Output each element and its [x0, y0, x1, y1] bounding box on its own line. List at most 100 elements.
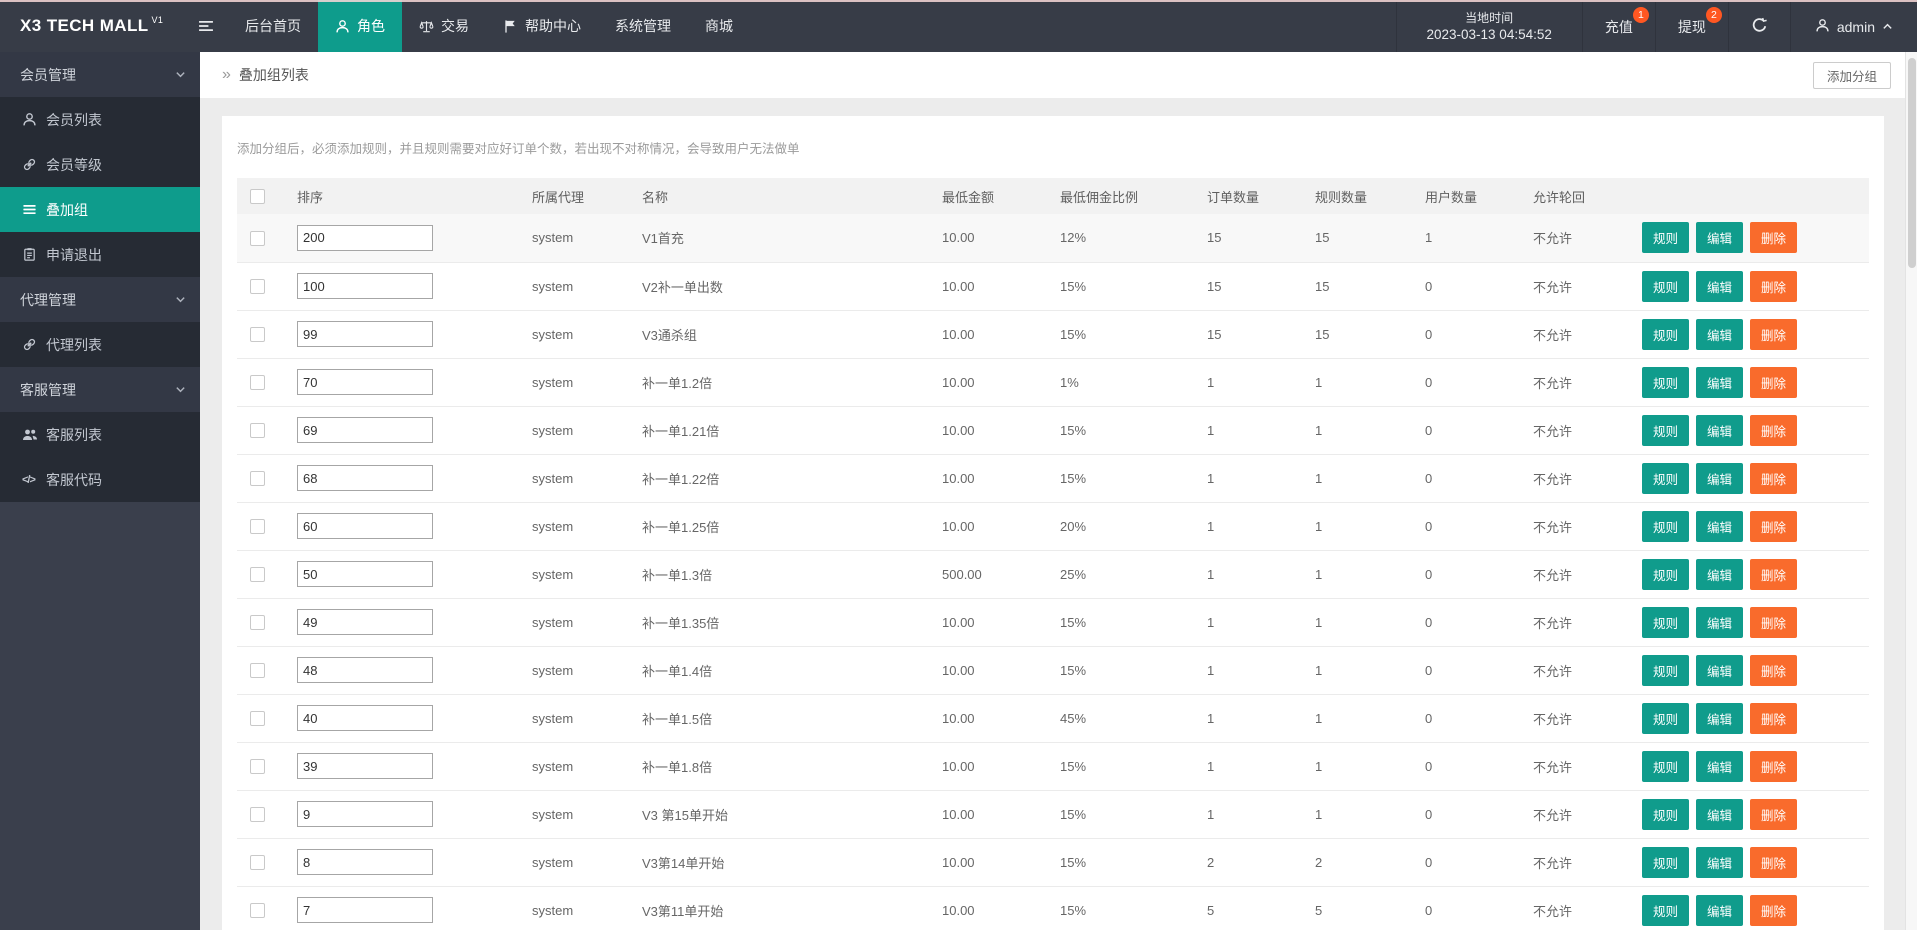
sidebar-item-2-1[interactable]: </> 客服代码 — [0, 457, 200, 502]
edit-button[interactable]: 编辑 — [1696, 510, 1744, 542]
sidebar-group-2[interactable]: 客服管理 — [0, 367, 200, 412]
delete-button[interactable]: 删除 — [1750, 510, 1798, 542]
sidebar-item-0-3[interactable]: 申请退出 — [0, 232, 200, 277]
sort-input[interactable] — [297, 657, 433, 683]
rule-button[interactable]: 规则 — [1642, 558, 1690, 590]
sidebar-item-0-1[interactable]: 会员等级 — [0, 142, 200, 187]
rule-button[interactable]: 规则 — [1642, 894, 1690, 926]
edit-button[interactable]: 编辑 — [1696, 654, 1744, 686]
sort-input[interactable] — [297, 609, 433, 635]
delete-button[interactable]: 删除 — [1750, 222, 1798, 254]
delete-button[interactable]: 删除 — [1750, 558, 1798, 590]
nav-item-2[interactable]: 交易 — [402, 0, 486, 52]
sort-input[interactable] — [297, 705, 433, 731]
edit-button[interactable]: 编辑 — [1696, 894, 1744, 926]
withdraw-button[interactable]: 提现 2 — [1654, 2, 1728, 52]
row-checkbox[interactable] — [249, 855, 265, 871]
page-scrollbar[interactable] — [1905, 52, 1917, 930]
sort-input[interactable] — [297, 561, 433, 587]
add-group-button[interactable]: 添加分组 — [1812, 62, 1891, 89]
scrollbar-thumb[interactable] — [1908, 58, 1916, 268]
rule-button[interactable]: 规则 — [1642, 270, 1690, 302]
edit-button[interactable]: 编辑 — [1696, 222, 1744, 254]
rule-button[interactable]: 规则 — [1642, 798, 1690, 830]
delete-button[interactable]: 删除 — [1750, 750, 1798, 782]
row-checkbox[interactable] — [249, 759, 265, 775]
sidebar-item-0-0[interactable]: 会员列表 — [0, 97, 200, 142]
edit-button[interactable]: 编辑 — [1696, 558, 1744, 590]
sidebar-group-1[interactable]: 代理管理 — [0, 277, 200, 322]
select-all-checkbox[interactable] — [249, 189, 265, 205]
row-checkbox[interactable] — [249, 567, 265, 583]
rule-button[interactable]: 规则 — [1642, 606, 1690, 638]
row-checkbox[interactable] — [249, 903, 265, 919]
edit-button[interactable]: 编辑 — [1696, 318, 1744, 350]
row-checkbox[interactable] — [249, 375, 265, 391]
delete-button[interactable]: 删除 — [1750, 894, 1798, 926]
edit-button[interactable]: 编辑 — [1696, 414, 1744, 446]
delete-button[interactable]: 删除 — [1750, 318, 1798, 350]
nav-item-5[interactable]: 商城 — [688, 0, 750, 52]
edit-button[interactable]: 编辑 — [1696, 798, 1744, 830]
user-menu[interactable]: admin — [1789, 2, 1917, 52]
sort-input[interactable] — [297, 417, 433, 443]
row-checkbox[interactable] — [249, 711, 265, 727]
sort-input[interactable] — [297, 897, 433, 923]
delete-button[interactable]: 删除 — [1750, 798, 1798, 830]
delete-button[interactable]: 删除 — [1750, 606, 1798, 638]
sidebar-item-0-2[interactable]: 叠加组 — [0, 187, 200, 232]
row-checkbox[interactable] — [249, 519, 265, 535]
delete-button[interactable]: 删除 — [1750, 462, 1798, 494]
rule-button[interactable]: 规则 — [1642, 414, 1690, 446]
edit-button[interactable]: 编辑 — [1696, 846, 1744, 878]
refresh-button[interactable] — [1727, 2, 1790, 52]
rule-button[interactable]: 规则 — [1642, 462, 1690, 494]
sort-input[interactable] — [297, 321, 433, 347]
edit-button[interactable]: 编辑 — [1696, 702, 1744, 734]
sidebar-group-0[interactable]: 会员管理 — [0, 52, 200, 97]
recharge-button[interactable]: 充值 1 — [1581, 2, 1655, 52]
row-checkbox[interactable] — [249, 230, 265, 246]
sort-input[interactable] — [297, 273, 433, 299]
delete-button[interactable]: 删除 — [1750, 270, 1798, 302]
delete-button[interactable]: 删除 — [1750, 846, 1798, 878]
row-checkbox[interactable] — [249, 807, 265, 823]
sort-input[interactable] — [297, 801, 433, 827]
rule-button[interactable]: 规则 — [1642, 654, 1690, 686]
delete-button[interactable]: 删除 — [1750, 366, 1798, 398]
rule-button[interactable]: 规则 — [1642, 750, 1690, 782]
sort-input[interactable] — [297, 465, 433, 491]
delete-button[interactable]: 删除 — [1750, 702, 1798, 734]
row-checkbox[interactable] — [249, 663, 265, 679]
sort-input[interactable] — [297, 849, 433, 875]
edit-button[interactable]: 编辑 — [1696, 462, 1744, 494]
edit-button[interactable]: 编辑 — [1696, 270, 1744, 302]
rule-button[interactable]: 规则 — [1642, 846, 1690, 878]
edit-button[interactable]: 编辑 — [1696, 366, 1744, 398]
sort-input[interactable] — [297, 224, 433, 251]
rule-button[interactable]: 规则 — [1642, 702, 1690, 734]
nav-item-4[interactable]: 系统管理 — [598, 0, 688, 52]
delete-button[interactable]: 删除 — [1750, 414, 1798, 446]
row-checkbox[interactable] — [249, 471, 265, 487]
row-checkbox[interactable] — [249, 615, 265, 631]
rule-button[interactable]: 规则 — [1642, 318, 1690, 350]
rule-button[interactable]: 规则 — [1642, 366, 1690, 398]
delete-button[interactable]: 删除 — [1750, 654, 1798, 686]
nav-item-0[interactable]: 后台首页 — [228, 0, 318, 52]
row-checkbox[interactable] — [249, 327, 265, 343]
sidebar-item-1-0[interactable]: 代理列表 — [0, 322, 200, 367]
sidebar-item-2-0[interactable]: 客服列表 — [0, 412, 200, 457]
rule-button[interactable]: 规则 — [1642, 222, 1690, 254]
sort-input[interactable] — [297, 369, 433, 395]
sort-input[interactable] — [297, 513, 433, 539]
rule-button[interactable]: 规则 — [1642, 510, 1690, 542]
nav-item-3[interactable]: 帮助中心 — [486, 0, 598, 52]
nav-item-1[interactable]: 角色 — [318, 0, 402, 52]
edit-button[interactable]: 编辑 — [1696, 750, 1744, 782]
edit-button[interactable]: 编辑 — [1696, 606, 1744, 638]
row-checkbox[interactable] — [249, 279, 265, 295]
row-checkbox[interactable] — [249, 423, 265, 439]
sort-input[interactable] — [297, 753, 433, 779]
hamburger-button[interactable] — [184, 0, 228, 52]
